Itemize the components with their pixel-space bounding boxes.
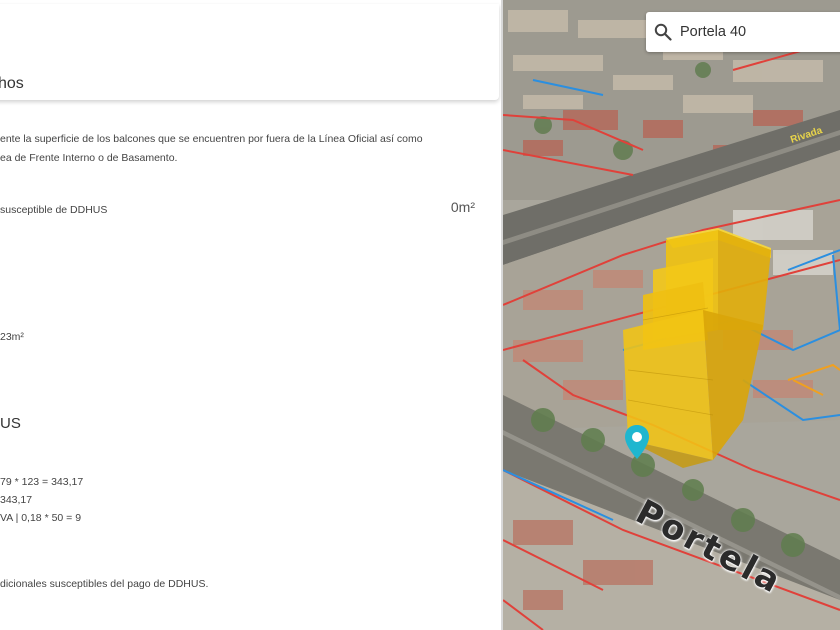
area-value: 23m²	[0, 331, 24, 343]
search-icon[interactable]	[654, 23, 672, 41]
calc-line-2: 343,17	[0, 494, 33, 506]
search-bar[interactable]: Portela 40	[646, 12, 840, 52]
panel-header: chos	[0, 4, 499, 100]
description-line-1: ente la superficie de los balcones que s…	[0, 133, 423, 145]
info-panel: chos ente la superficie de los balcones …	[0, 0, 502, 630]
panel-title: chos	[0, 75, 24, 92]
location-pin-icon[interactable]	[624, 424, 650, 460]
description-line-2: ea de Frente Interno o de Basamento.	[0, 152, 178, 164]
susceptible-label: susceptible de DDHUS	[0, 204, 108, 216]
susceptible-value: 0m²	[450, 199, 475, 215]
footer-note: dicionales susceptibles del pago de DDHU…	[0, 578, 209, 590]
section-title: US	[0, 415, 21, 432]
search-input[interactable]: Portela 40	[680, 24, 746, 40]
calc-line-3: VA | 0,18 * 50 = 9	[0, 512, 82, 524]
calc-line-1: 79 * 123 = 343,17	[0, 476, 84, 488]
